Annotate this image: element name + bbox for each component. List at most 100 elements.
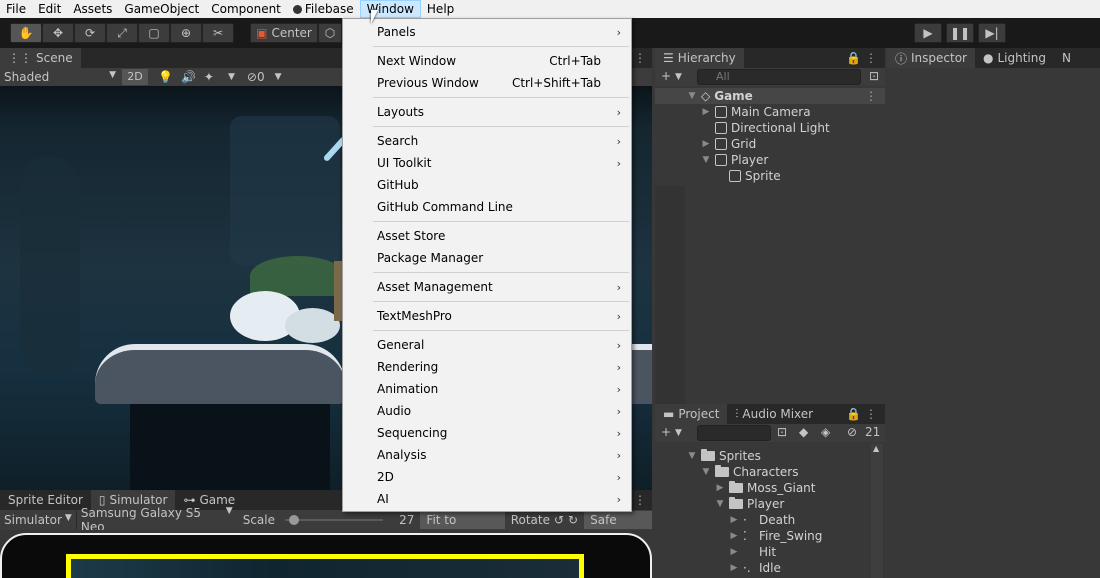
scene-menu-icon[interactable]: ⋮ <box>634 51 646 65</box>
tab-navigation[interactable]: N <box>1054 48 1079 68</box>
scene-row-menu-icon[interactable]: ⋮ <box>865 89 877 103</box>
tab-audio-mixer[interactable]: ⫶ Audio Mixer <box>727 404 821 424</box>
project-scrollbar[interactable]: ▲ <box>871 444 883 578</box>
lock-icon[interactable]: 🔒 <box>846 407 861 421</box>
expand-arrow-icon[interactable]: ▼ <box>715 499 725 509</box>
menu-item-package-manager[interactable]: Package Manager <box>343 247 631 269</box>
menu-item-general[interactable]: General › <box>343 334 631 356</box>
tree-row[interactable]: ▼ Player <box>715 496 784 512</box>
expand-arrow-icon[interactable]: ▶ <box>701 107 711 117</box>
tree-row[interactable]: ▶ Moss_Giant <box>715 480 816 496</box>
tab-scene[interactable]: ⋮⋮ Scene <box>0 48 81 68</box>
menu-item-ai[interactable]: AI › <box>343 488 631 510</box>
lighting-icon[interactable]: 💡 <box>158 70 173 84</box>
audio-icon[interactable]: 🔊 <box>181 70 196 84</box>
menu-edit[interactable]: Edit <box>32 0 67 18</box>
fit-to-screen-button[interactable]: Fit to Screen <box>420 511 505 545</box>
hidden-objects-icon[interactable]: ⊘ <box>247 70 257 84</box>
tree-row[interactable]: ▶ Grid <box>701 136 757 152</box>
menu-item-github-command-line[interactable]: GitHub Command Line <box>343 196 631 218</box>
menu-item-github[interactable]: GitHub <box>343 174 631 196</box>
2d-toggle[interactable]: 2D <box>122 69 148 85</box>
simulator-mode-dropdown[interactable]: Simulator ▼ <box>0 513 76 527</box>
menu-item-2d[interactable]: 2D › <box>343 466 631 488</box>
pause-button[interactable]: ❚❚ <box>946 23 974 43</box>
shading-dropdown[interactable]: Shaded ▼ <box>0 70 122 84</box>
hidden-packages-icon[interactable]: ⊘ <box>847 425 857 439</box>
menu-item-sequencing[interactable]: Sequencing › <box>343 422 631 444</box>
pivot-mode-button[interactable]: ▣ Center <box>250 23 318 43</box>
step-button[interactable]: ▶| <box>978 23 1006 43</box>
scale-slider[interactable] <box>281 512 383 528</box>
transform-tool-button[interactable]: ⊕ <box>170 23 202 43</box>
custom-tool-button[interactable]: ✂ <box>202 23 234 43</box>
menu-help[interactable]: Help <box>421 0 460 18</box>
pivot-rotation-button[interactable]: ⬡ <box>318 23 342 43</box>
menu-item-asset-management[interactable]: Asset Management › <box>343 276 631 298</box>
menu-item-ui-toolkit[interactable]: UI Toolkit › <box>343 152 631 174</box>
expand-arrow-icon[interactable]: ▶ <box>729 547 739 557</box>
filter-by-type-icon[interactable]: ◆ <box>799 425 808 439</box>
menu-assets[interactable]: Assets <box>67 0 118 18</box>
search-by-type-icon[interactable]: ⊡ <box>777 425 787 439</box>
hand-tool-button[interactable]: ✋ <box>10 23 42 43</box>
move-tool-button[interactable]: ✥ <box>42 23 74 43</box>
create-dropdown-icon[interactable]: ▼ <box>675 428 682 438</box>
menu-item-audio[interactable]: Audio › <box>343 400 631 422</box>
tree-row[interactable]: ▶ ⁚ Fire_Swing <box>729 528 823 544</box>
tree-row[interactable]: ▼ Sprites <box>687 448 761 464</box>
hierarchy-menu-icon[interactable]: ⋮ <box>865 51 877 65</box>
menu-component[interactable]: Component <box>205 0 287 18</box>
project-menu-icon[interactable]: ⋮ <box>865 407 877 421</box>
menu-item-search[interactable]: Search › <box>343 130 631 152</box>
menu-item-asset-store[interactable]: Asset Store <box>343 225 631 247</box>
tree-row[interactable]: ▼ Characters <box>701 464 799 480</box>
expand-arrow-icon[interactable]: ▼ <box>701 155 711 165</box>
menu-item-rendering[interactable]: Rendering › <box>343 356 631 378</box>
rect-tool-button[interactable]: ▢ <box>138 23 170 43</box>
create-plus-icon[interactable]: + <box>661 425 671 439</box>
menu-gameobject[interactable]: GameObject <box>118 0 205 18</box>
gizmos-dropdown-icon[interactable]: ▼ <box>275 72 282 82</box>
tab-project[interactable]: ▬ Project <box>655 404 728 424</box>
menu-item-next-window[interactable]: Next Window Ctrl+Tab <box>343 50 631 72</box>
menu-window[interactable]: Window <box>359 0 421 18</box>
tree-row[interactable]: ▶ Hit <box>729 544 777 560</box>
create-dropdown-icon[interactable]: ▼ <box>675 72 682 82</box>
scale-slider-thumb[interactable] <box>289 515 300 525</box>
create-plus-icon[interactable]: + <box>661 69 671 83</box>
project-search-input[interactable] <box>697 425 771 441</box>
bottom-menu-icon[interactable]: ⋮ <box>634 493 646 507</box>
expand-arrow-icon[interactable]: ▼ <box>687 451 697 461</box>
hierarchy-search-input[interactable]: All <box>697 69 861 85</box>
menu-item-textmeshpro[interactable]: TextMeshPro › <box>343 305 631 327</box>
tree-row[interactable]: ▼ Player <box>701 152 769 168</box>
filter-by-label-icon[interactable]: ◈ <box>821 425 830 439</box>
menu-item-panels[interactable]: Panels › <box>343 21 631 43</box>
scene-visibility-icon[interactable]: ⊡ <box>869 69 879 83</box>
tab-inspector[interactable]: ⓘ Inspector <box>887 48 975 68</box>
tab-hierarchy[interactable]: ☰ Hierarchy <box>655 48 744 68</box>
expand-arrow-icon[interactable]: ▶ <box>729 531 739 541</box>
tab-lighting[interactable]: ● Lighting <box>975 48 1054 68</box>
lock-icon[interactable]: 🔒 <box>846 51 861 65</box>
tree-row[interactable]: Directional Light <box>701 120 830 136</box>
menu-item-analysis[interactable]: Analysis › <box>343 444 631 466</box>
menu-item-previous-window[interactable]: Previous Window Ctrl+Shift+Tab <box>343 72 631 94</box>
tree-row[interactable]: ▼ ◇ Game <box>687 88 753 104</box>
rotate-tool-button[interactable]: ⟳ <box>74 23 106 43</box>
expand-arrow-icon[interactable]: ▶ <box>729 563 739 573</box>
tree-row[interactable]: ▶ Main Camera <box>701 104 811 120</box>
expand-arrow-icon[interactable]: ▶ <box>715 483 725 493</box>
tree-row[interactable]: Sprite <box>715 168 781 184</box>
menu-item-animation[interactable]: Animation › <box>343 378 631 400</box>
safe-area-button[interactable]: Safe Area <box>584 511 653 545</box>
rotate-button[interactable]: Rotate ↺ ↻ <box>505 513 584 527</box>
tree-row[interactable]: ▶ · Death <box>729 512 796 528</box>
effects-dropdown-icon[interactable]: ▼ <box>228 72 235 82</box>
play-button[interactable]: ▶ <box>914 23 942 43</box>
expand-arrow-icon[interactable]: ▶ <box>701 139 711 149</box>
menu-item-layouts[interactable]: Layouts › <box>343 101 631 123</box>
scroll-up-icon[interactable]: ▲ <box>873 444 879 453</box>
expand-arrow-icon[interactable]: ▶ <box>729 515 739 525</box>
